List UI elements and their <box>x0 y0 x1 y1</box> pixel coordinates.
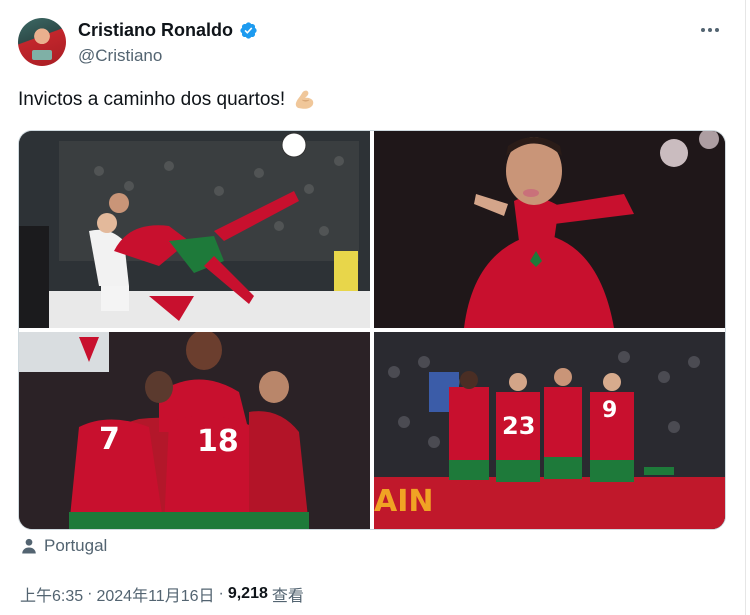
jersey-number-23: 23 <box>502 412 536 440</box>
tweet-date[interactable]: 2024年11月16日 <box>96 582 214 606</box>
photo-players-walking[interactable]: 23 9 AIN <box>374 332 725 529</box>
jersey-number-7: 7 <box>99 422 120 457</box>
display-name[interactable]: Cristiano Ronaldo <box>78 20 233 41</box>
separator: · <box>218 585 224 602</box>
photo-team-huddle[interactable]: 18 7 <box>19 332 370 529</box>
dot-icon <box>708 28 712 32</box>
views-count: 9,218 <box>227 585 268 602</box>
location-label: Portugal <box>44 536 108 555</box>
tweet-text: Invictos a caminho dos quartos! <box>18 89 286 110</box>
location-tag[interactable]: Portugal <box>20 536 107 556</box>
tweet-time[interactable]: 上午6:35 <box>20 582 83 606</box>
avatar[interactable] <box>18 18 66 66</box>
flexed-biceps-icon <box>295 90 314 109</box>
jersey-number-9: 9 <box>602 398 618 423</box>
tweet-meta: 上午6:35 · 2024年11月16日 · 9,218 查看 <box>20 582 304 606</box>
tweet-header: Cristiano Ronaldo @Cristiano <box>18 14 730 70</box>
jersey-number-18: 18 <box>197 424 239 459</box>
verified-badge-icon <box>240 22 257 39</box>
name-row: Cristiano Ronaldo <box>78 20 258 41</box>
person-icon <box>22 538 36 554</box>
media-grid: 18 7 23 9 AIN <box>18 130 726 530</box>
photo-bicycle-kick[interactable] <box>19 131 370 328</box>
tweet-text-row: Invictos a caminho dos quartos! <box>18 88 317 112</box>
separator: · <box>87 585 93 602</box>
right-border <box>745 0 746 615</box>
more-options-button[interactable] <box>696 20 724 40</box>
views-label: 查看 <box>271 588 304 605</box>
dot-icon <box>715 28 719 32</box>
photo-celebration-portrait[interactable] <box>374 131 725 328</box>
handle[interactable]: @Cristiano <box>78 46 162 66</box>
banner-text: AIN <box>374 484 434 519</box>
dot-icon <box>701 28 705 32</box>
